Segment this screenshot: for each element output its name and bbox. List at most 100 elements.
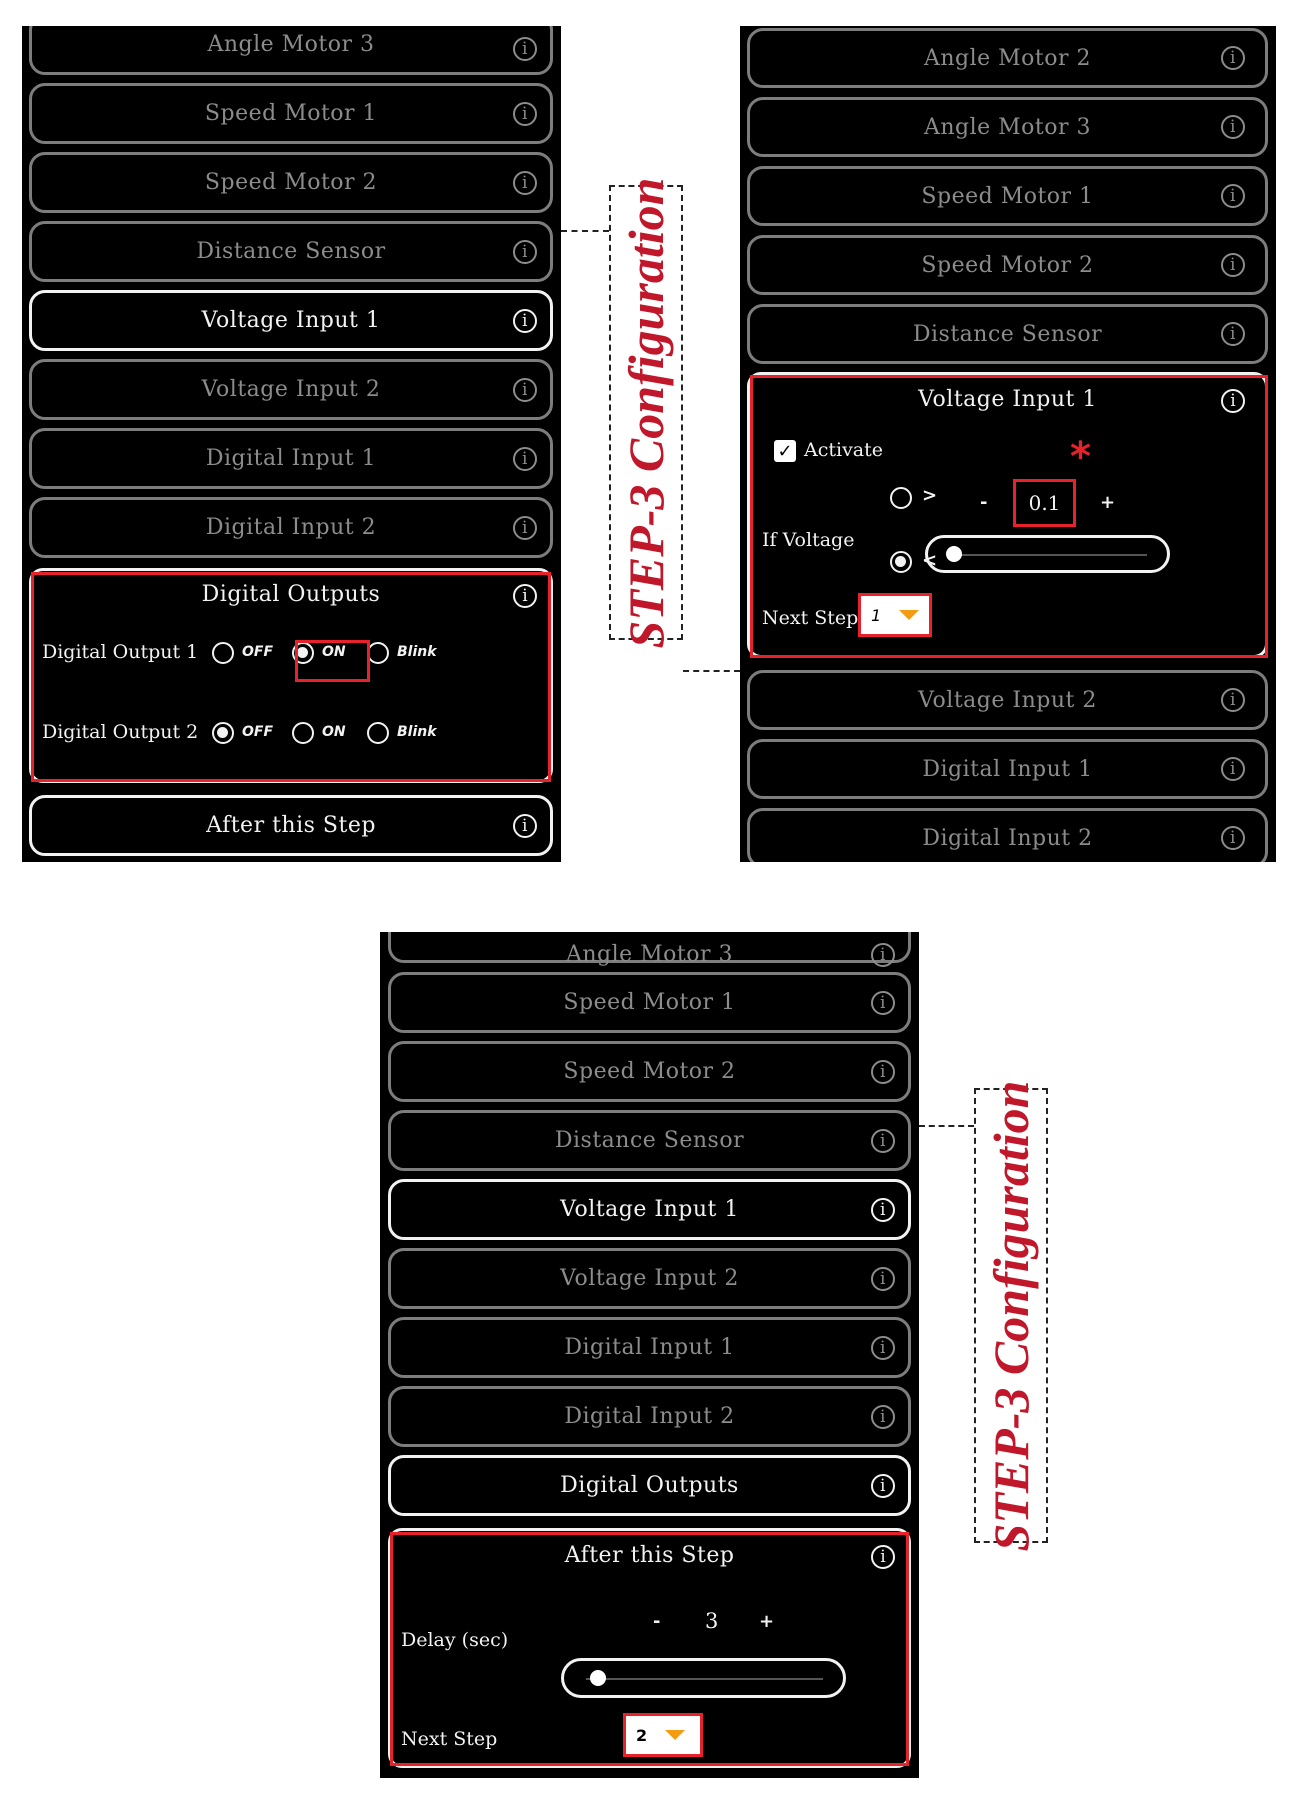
- do2-on-radio[interactable]: [292, 722, 314, 744]
- if-voltage-label: If Voltage: [762, 529, 855, 551]
- row-digital-input-2[interactable]: Digital Input 2 i: [747, 808, 1268, 862]
- info-icon[interactable]: i: [513, 309, 537, 333]
- slider-knob[interactable]: [589, 1670, 606, 1686]
- row-speed-motor-1[interactable]: Speed Motor 1 i: [29, 83, 553, 144]
- info-icon[interactable]: i: [513, 584, 537, 608]
- info-icon[interactable]: i: [513, 447, 537, 471]
- do2-blink-radio[interactable]: [367, 722, 389, 744]
- section-title: After this Step: [564, 1543, 735, 1568]
- info-icon[interactable]: i: [871, 1405, 895, 1429]
- next-step-dropdown[interactable]: 2: [623, 1713, 703, 1757]
- required-asterisk: *: [1070, 434, 1091, 480]
- row-digital-outputs[interactable]: Digital Outputs i: [388, 1455, 911, 1516]
- row-distance-sensor[interactable]: Distance Sensor i: [388, 1110, 911, 1171]
- info-icon[interactable]: i: [1221, 184, 1245, 208]
- row-speed-motor-2[interactable]: Speed Motor 2 i: [747, 235, 1268, 295]
- info-icon[interactable]: i: [513, 814, 537, 838]
- row-speed-motor-1[interactable]: Speed Motor 1 i: [747, 166, 1268, 226]
- row-voltage-input-2[interactable]: Voltage Input 2 i: [747, 670, 1268, 730]
- row-label: Voltage Input 2: [560, 1266, 739, 1291]
- voltage-slider[interactable]: [925, 535, 1170, 573]
- info-icon[interactable]: i: [513, 171, 537, 195]
- connector-line: [683, 670, 740, 672]
- step-annotation-box: STEP-3 Configuration: [974, 1080, 1048, 1551]
- activate-label: Activate: [804, 439, 884, 461]
- row-label: After this Step: [206, 813, 376, 838]
- voltage-value-field[interactable]: 0.1: [1013, 479, 1076, 527]
- row-distance-sensor[interactable]: Distance Sensor i: [747, 304, 1268, 364]
- info-icon[interactable]: i: [871, 1198, 895, 1222]
- row-voltage-input-2[interactable]: Voltage Input 2 i: [29, 359, 553, 420]
- row-digital-input-2[interactable]: Digital Input 2 i: [29, 497, 553, 558]
- row-label: Speed Motor 1: [921, 183, 1094, 209]
- info-icon[interactable]: i: [871, 1060, 895, 1084]
- row-label: Digital Input 2: [922, 825, 1093, 851]
- info-icon[interactable]: i: [513, 102, 537, 126]
- do1-on-label: ON: [322, 644, 346, 660]
- activate-checkbox[interactable]: ✓: [774, 440, 796, 462]
- next-step-dropdown[interactable]: 1: [858, 593, 932, 637]
- section-title: Digital Outputs: [201, 582, 381, 607]
- row-voltage-input-2[interactable]: Voltage Input 2 i: [388, 1248, 911, 1309]
- decrement-button[interactable]: -: [653, 1611, 660, 1632]
- increment-button[interactable]: +: [759, 1611, 774, 1632]
- row-label: Speed Motor 2: [204, 170, 378, 195]
- greater-than-radio[interactable]: [890, 487, 912, 509]
- row-angle-motor-3[interactable]: Angle Motor 3 i: [29, 26, 553, 75]
- row-digital-input-1[interactable]: Digital Input 1 i: [388, 1317, 911, 1378]
- info-icon[interactable]: i: [513, 37, 537, 61]
- less-than-radio[interactable]: [890, 551, 912, 573]
- info-icon[interactable]: i: [1221, 826, 1245, 850]
- info-icon[interactable]: i: [871, 943, 895, 967]
- info-icon[interactable]: i: [513, 516, 537, 540]
- do2-blink-label: Blink: [397, 724, 437, 740]
- row-angle-motor-3[interactable]: Angle Motor 3 i: [388, 932, 911, 967]
- row-speed-motor-1[interactable]: Speed Motor 1 i: [388, 972, 911, 1033]
- info-icon[interactable]: i: [871, 1545, 895, 1569]
- info-icon[interactable]: i: [1221, 253, 1245, 277]
- delay-value: 3: [705, 1609, 719, 1633]
- info-icon[interactable]: i: [871, 1267, 895, 1291]
- info-icon[interactable]: i: [871, 991, 895, 1015]
- row-label: Angle Motor 3: [923, 114, 1092, 140]
- row-voltage-input-1[interactable]: Voltage Input 1 i: [29, 290, 553, 351]
- info-icon[interactable]: i: [1221, 389, 1245, 413]
- slider-knob[interactable]: [945, 546, 962, 562]
- do1-off-label: OFF: [242, 644, 274, 660]
- do1-on-radio[interactable]: [292, 642, 314, 664]
- info-icon[interactable]: i: [513, 378, 537, 402]
- do2-off-label: OFF: [242, 724, 274, 740]
- do1-off-radio[interactable]: [212, 642, 234, 664]
- row-label: Speed Motor 2: [563, 1059, 736, 1084]
- info-icon[interactable]: i: [871, 1474, 895, 1498]
- row-voltage-input-1[interactable]: Voltage Input 1 i: [388, 1179, 911, 1240]
- do1-blink-radio[interactable]: [367, 642, 389, 664]
- row-speed-motor-2[interactable]: Speed Motor 2 i: [388, 1041, 911, 1102]
- info-icon[interactable]: i: [1221, 115, 1245, 139]
- row-after-this-step[interactable]: After this Step i: [29, 795, 553, 856]
- delay-slider[interactable]: [561, 1658, 846, 1698]
- section-title: Voltage Input 1: [918, 387, 1097, 412]
- info-icon[interactable]: i: [1221, 46, 1245, 70]
- row-label: Angle Motor 3: [565, 942, 734, 967]
- step-annotation-box: STEP-3 Configuration: [609, 177, 683, 648]
- info-icon[interactable]: i: [871, 1336, 895, 1360]
- row-label: Distance Sensor: [196, 239, 386, 264]
- row-label: Voltage Input 1: [201, 308, 381, 333]
- row-speed-motor-2[interactable]: Speed Motor 2 i: [29, 152, 553, 213]
- info-icon[interactable]: i: [871, 1129, 895, 1153]
- bottom-panel: Angle Motor 3 i Speed Motor 1 i Speed Mo…: [380, 932, 919, 1778]
- row-angle-motor-3[interactable]: Angle Motor 3 i: [747, 97, 1268, 157]
- decrement-button[interactable]: -: [980, 492, 987, 513]
- increment-button[interactable]: +: [1100, 492, 1115, 513]
- row-digital-input-1[interactable]: Digital Input 1 i: [747, 739, 1268, 799]
- info-icon[interactable]: i: [513, 240, 537, 264]
- row-distance-sensor[interactable]: Distance Sensor i: [29, 221, 553, 282]
- info-icon[interactable]: i: [1221, 688, 1245, 712]
- row-digital-input-2[interactable]: Digital Input 2 i: [388, 1386, 911, 1447]
- row-angle-motor-2[interactable]: Angle Motor 2 i: [747, 28, 1268, 88]
- do2-off-radio[interactable]: [212, 722, 234, 744]
- row-digital-input-1[interactable]: Digital Input 1 i: [29, 428, 553, 489]
- info-icon[interactable]: i: [1221, 322, 1245, 346]
- info-icon[interactable]: i: [1221, 757, 1245, 781]
